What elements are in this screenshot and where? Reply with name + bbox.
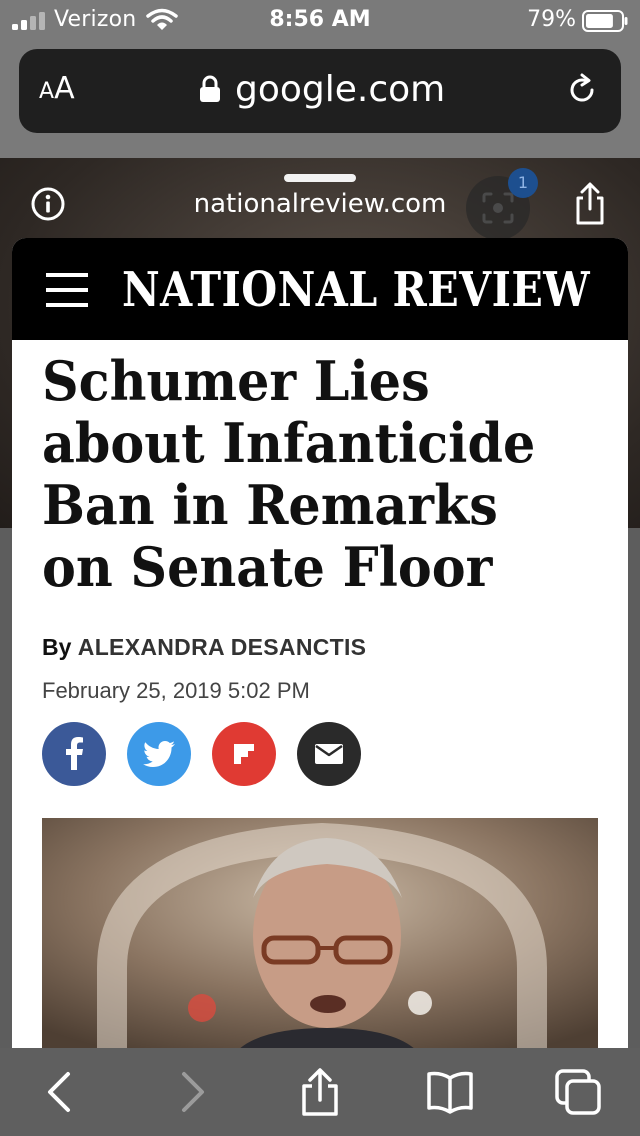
article-card: NATIONAL REVIEW Schumer Lies about Infan… — [12, 238, 628, 1048]
battery-icon — [582, 10, 628, 32]
publish-date: February 25, 2019 5:02 PM — [42, 678, 310, 703]
facebook-share-button[interactable] — [42, 722, 106, 786]
battery-percentage: 79% — [527, 7, 576, 32]
status-bar: Verizon 8:56 AM 79% — [0, 0, 640, 40]
address-bar-area: AA google.com — [0, 40, 640, 158]
text-size-small-letter: A — [39, 79, 55, 104]
share-icon[interactable] — [572, 182, 608, 226]
article-headline: Schumer Lies about Infanticide Ban in Re… — [42, 349, 536, 599]
author-link[interactable]: ALEXANDRA DESANCTIS — [78, 634, 367, 660]
flipboard-share-button[interactable] — [212, 722, 276, 786]
flipboard-icon — [234, 744, 254, 764]
sheet-grabber[interactable] — [284, 174, 356, 182]
tabs-icon[interactable] — [554, 1068, 602, 1116]
text-size-button[interactable]: AA — [39, 71, 75, 106]
address-text[interactable]: google.com — [235, 69, 445, 110]
sheet-domain: nationalreview.com — [193, 189, 447, 219]
back-icon[interactable] — [38, 1068, 86, 1116]
site-header: NATIONAL REVIEW — [12, 238, 628, 340]
lock-icon — [200, 75, 220, 102]
twitter-share-button[interactable] — [127, 722, 191, 786]
address-bar[interactable]: AA google.com — [19, 49, 621, 133]
reload-icon[interactable] — [565, 73, 599, 107]
scan-icon — [482, 192, 514, 224]
byline: By ALEXANDRA DESANCTIS — [42, 634, 366, 661]
email-icon — [315, 744, 343, 764]
article-hero-image — [42, 818, 598, 1048]
site-logo[interactable]: NATIONAL REVIEW — [122, 262, 590, 318]
text-size-large-letter: A — [54, 71, 75, 106]
bottom-toolbar — [0, 1048, 640, 1136]
hamburger-menu-icon[interactable] — [46, 272, 88, 308]
bookmarks-icon[interactable] — [426, 1068, 474, 1116]
byline-prefix: By — [42, 634, 72, 660]
facebook-icon — [66, 737, 83, 770]
email-share-button[interactable] — [297, 722, 361, 786]
notification-badge: 1 — [508, 168, 538, 198]
share-icon[interactable] — [296, 1068, 344, 1116]
forward-icon[interactable] — [166, 1068, 214, 1116]
twitter-icon — [143, 741, 175, 767]
